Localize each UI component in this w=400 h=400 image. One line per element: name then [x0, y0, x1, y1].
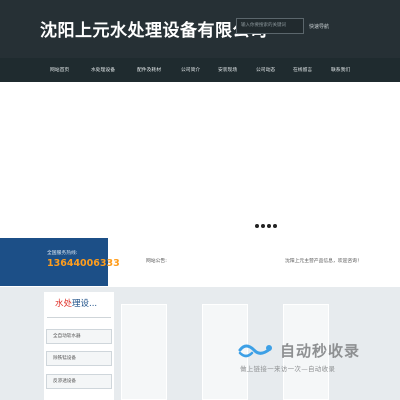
nav-item-install[interactable]: 安装现场	[218, 66, 237, 73]
watermark-logo-icon	[238, 344, 272, 358]
nav-item-about[interactable]: 公司简介	[181, 66, 200, 73]
site-title[interactable]: 沈阳上元水处理设备有限公司	[40, 16, 268, 41]
main-nav: 网站首页 水处理设备 配件及耗材 公司简介 安装现场 公司动态 在线留言 联系我…	[0, 58, 400, 82]
slider-pagination	[255, 224, 277, 228]
nav-item-news[interactable]: 公司动态	[256, 66, 275, 73]
slider-dot[interactable]	[255, 224, 259, 228]
hotline-label: 全国服务热线:	[47, 251, 78, 256]
hotline-panel: 全国服务热线: 13644006333	[0, 238, 120, 286]
quick-nav-link[interactable]: 快速导航	[309, 23, 329, 30]
nav-item-parts[interactable]: 配件及耗材	[137, 66, 161, 73]
category-title-suffix: 理设...	[72, 299, 98, 309]
search-input[interactable]: 输入你要搜索的关键词	[236, 18, 304, 34]
nav-item-home[interactable]: 网站首页	[50, 66, 69, 73]
slider-dot[interactable]	[261, 224, 265, 228]
category-item-iron-removal[interactable]: 除铁锰设备	[46, 351, 112, 366]
category-item-reverse-osmosis[interactable]: 反渗透设备	[46, 374, 112, 389]
watermark-title: 自动秒收录	[280, 342, 361, 360]
divider	[47, 317, 111, 318]
product-card[interactable]	[121, 304, 167, 400]
watermark-subtitle: 做上链接一来访一次—自动收录	[240, 365, 336, 373]
notice-label: 网站公告:	[146, 259, 167, 264]
nav-item-message[interactable]: 在线留言	[293, 66, 312, 73]
category-title: 水处理设...	[55, 297, 97, 309]
slider-dot[interactable]	[267, 224, 271, 228]
slider-dot[interactable]	[273, 224, 277, 228]
hotline-number[interactable]: 13644006333	[47, 258, 120, 269]
site-header: 沈阳上元水处理设备有限公司 输入你要搜索的关键词 快速导航	[0, 0, 400, 58]
category-item-softener[interactable]: 全自动软水器	[46, 329, 112, 344]
nav-item-water-equipment[interactable]: 水处理设备	[91, 66, 115, 73]
nav-item-contact[interactable]: 联系我们	[331, 66, 350, 73]
banner-slider[interactable]	[0, 82, 400, 248]
category-title-prefix: 水处	[55, 299, 73, 309]
watermark: 自动秒收录 做上链接一来访一次—自动收录	[236, 336, 386, 376]
notice-text[interactable]: 沈阳上元主营产品信息，欢迎咨询！	[285, 257, 362, 264]
